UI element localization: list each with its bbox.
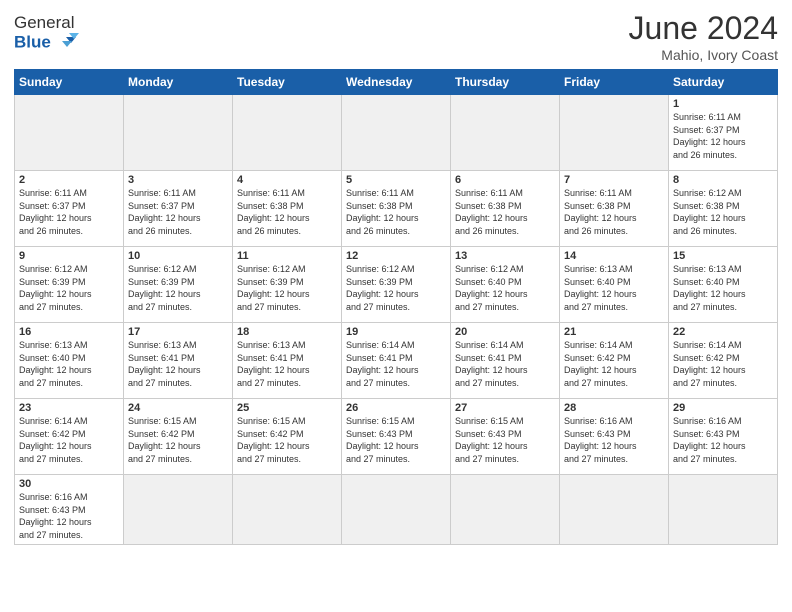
day-1: 1 Sunrise: 6:11 AMSunset: 6:37 PMDayligh… bbox=[669, 95, 778, 171]
day-4: 4 Sunrise: 6:11 AMSunset: 6:38 PMDayligh… bbox=[233, 171, 342, 247]
header-saturday: Saturday bbox=[669, 70, 778, 95]
day-30: 30 Sunrise: 6:16 AMSunset: 6:43 PMDaylig… bbox=[15, 475, 124, 545]
day-5: 5 Sunrise: 6:11 AMSunset: 6:38 PMDayligh… bbox=[342, 171, 451, 247]
day-19: 19 Sunrise: 6:14 AMSunset: 6:41 PMDaylig… bbox=[342, 323, 451, 399]
calendar: Sunday Monday Tuesday Wednesday Thursday… bbox=[14, 69, 778, 545]
day-8: 8 Sunrise: 6:12 AMSunset: 6:38 PMDayligh… bbox=[669, 171, 778, 247]
day-10: 10 Sunrise: 6:12 AMSunset: 6:39 PMDaylig… bbox=[124, 247, 233, 323]
empty-cell bbox=[342, 475, 451, 545]
day-3: 3 Sunrise: 6:11 AMSunset: 6:37 PMDayligh… bbox=[124, 171, 233, 247]
day-17: 17 Sunrise: 6:13 AMSunset: 6:41 PMDaylig… bbox=[124, 323, 233, 399]
table-row: 2 Sunrise: 6:11 AMSunset: 6:37 PMDayligh… bbox=[15, 171, 778, 247]
day-24: 24 Sunrise: 6:15 AMSunset: 6:42 PMDaylig… bbox=[124, 399, 233, 475]
empty-cell bbox=[233, 475, 342, 545]
table-row: 16 Sunrise: 6:13 AMSunset: 6:40 PMDaylig… bbox=[15, 323, 778, 399]
day-14: 14 Sunrise: 6:13 AMSunset: 6:40 PMDaylig… bbox=[560, 247, 669, 323]
header-sunday: Sunday bbox=[15, 70, 124, 95]
day-23: 23 Sunrise: 6:14 AMSunset: 6:42 PMDaylig… bbox=[15, 399, 124, 475]
day-21: 21 Sunrise: 6:14 AMSunset: 6:42 PMDaylig… bbox=[560, 323, 669, 399]
table-row: 9 Sunrise: 6:12 AMSunset: 6:39 PMDayligh… bbox=[15, 247, 778, 323]
day-9: 9 Sunrise: 6:12 AMSunset: 6:39 PMDayligh… bbox=[15, 247, 124, 323]
empty-cell bbox=[560, 95, 669, 171]
day-22: 22 Sunrise: 6:14 AMSunset: 6:42 PMDaylig… bbox=[669, 323, 778, 399]
header-monday: Monday bbox=[124, 70, 233, 95]
empty-cell bbox=[669, 475, 778, 545]
empty-cell bbox=[15, 95, 124, 171]
table-row: 30 Sunrise: 6:16 AMSunset: 6:43 PMDaylig… bbox=[15, 475, 778, 545]
empty-cell bbox=[342, 95, 451, 171]
day-26: 26 Sunrise: 6:15 AMSunset: 6:43 PMDaylig… bbox=[342, 399, 451, 475]
empty-cell bbox=[233, 95, 342, 171]
empty-cell bbox=[124, 475, 233, 545]
empty-cell bbox=[451, 95, 560, 171]
day-25: 25 Sunrise: 6:15 AMSunset: 6:42 PMDaylig… bbox=[233, 399, 342, 475]
day-11: 11 Sunrise: 6:12 AMSunset: 6:39 PMDaylig… bbox=[233, 247, 342, 323]
day-2: 2 Sunrise: 6:11 AMSunset: 6:37 PMDayligh… bbox=[15, 171, 124, 247]
day-28: 28 Sunrise: 6:16 AMSunset: 6:43 PMDaylig… bbox=[560, 399, 669, 475]
header-thursday: Thursday bbox=[451, 70, 560, 95]
table-row: 1 Sunrise: 6:11 AMSunset: 6:37 PMDayligh… bbox=[15, 95, 778, 171]
empty-cell bbox=[451, 475, 560, 545]
day-18: 18 Sunrise: 6:13 AMSunset: 6:41 PMDaylig… bbox=[233, 323, 342, 399]
header-wednesday: Wednesday bbox=[342, 70, 451, 95]
logo: General Blue bbox=[14, 14, 82, 53]
header: General Blue June 2024 Mahio, Ivory Coas… bbox=[14, 10, 778, 63]
header-friday: Friday bbox=[560, 70, 669, 95]
day-15: 15 Sunrise: 6:13 AMSunset: 6:40 PMDaylig… bbox=[669, 247, 778, 323]
header-tuesday: Tuesday bbox=[233, 70, 342, 95]
title-block: June 2024 Mahio, Ivory Coast bbox=[629, 10, 778, 63]
day-27: 27 Sunrise: 6:15 AMSunset: 6:43 PMDaylig… bbox=[451, 399, 560, 475]
empty-cell bbox=[124, 95, 233, 171]
day-12: 12 Sunrise: 6:12 AMSunset: 6:39 PMDaylig… bbox=[342, 247, 451, 323]
day-7: 7 Sunrise: 6:11 AMSunset: 6:38 PMDayligh… bbox=[560, 171, 669, 247]
day-29: 29 Sunrise: 6:16 AMSunset: 6:43 PMDaylig… bbox=[669, 399, 778, 475]
day-16: 16 Sunrise: 6:13 AMSunset: 6:40 PMDaylig… bbox=[15, 323, 124, 399]
day-13: 13 Sunrise: 6:12 AMSunset: 6:40 PMDaylig… bbox=[451, 247, 560, 323]
month-year: June 2024 bbox=[629, 10, 778, 47]
day-20: 20 Sunrise: 6:14 AMSunset: 6:41 PMDaylig… bbox=[451, 323, 560, 399]
table-row: 23 Sunrise: 6:14 AMSunset: 6:42 PMDaylig… bbox=[15, 399, 778, 475]
location: Mahio, Ivory Coast bbox=[629, 47, 778, 63]
day-6: 6 Sunrise: 6:11 AMSunset: 6:38 PMDayligh… bbox=[451, 171, 560, 247]
empty-cell bbox=[560, 475, 669, 545]
